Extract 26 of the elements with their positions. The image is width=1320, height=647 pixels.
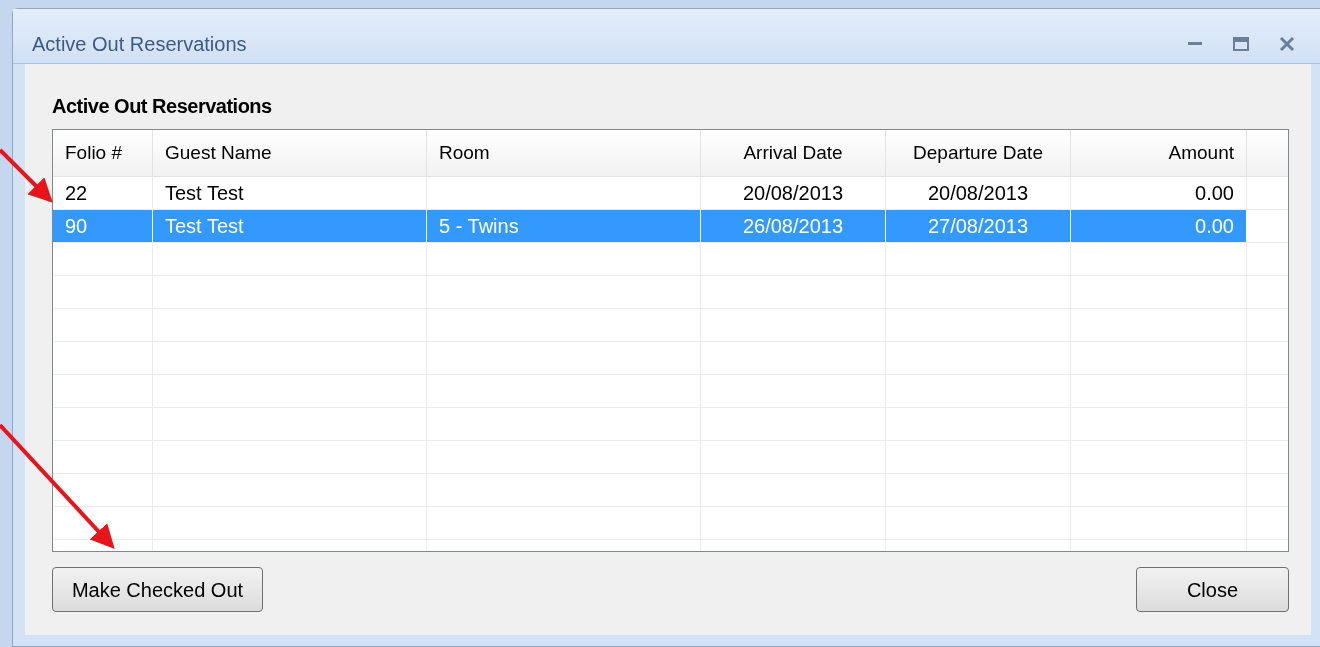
checkout-button[interactable]: Make Checked Out — [52, 567, 263, 612]
table-cell-text: 5 - Twins — [438, 216, 520, 236]
table-cell-text: Test Test — [164, 183, 245, 203]
table-cell-text: 20/08/2013 — [741, 183, 845, 203]
table-row[interactable]: 22 Test Test 20/08/2013 20/08/2013 0.00 — [53, 177, 1288, 210]
table-cell-text: 20/08/2013 — [926, 183, 1030, 203]
column-header[interactable]: Departure Date — [886, 130, 1071, 176]
section-heading: Active Out Reservations — [52, 94, 273, 119]
maximize-icon[interactable] — [1233, 37, 1249, 51]
close-icon[interactable] — [1279, 36, 1295, 52]
column-header[interactable]: Guest Name — [153, 130, 427, 176]
table-cell-text: 27/08/2013 — [926, 216, 1030, 236]
window-title: Active Out Reservations — [32, 32, 248, 57]
table-cell-text: Test Test — [164, 216, 245, 236]
column-header[interactable]: Folio # — [53, 130, 153, 176]
column-header[interactable]: Room — [427, 130, 701, 176]
close-button[interactable]: Close — [1136, 567, 1289, 612]
table-cell-text: 26/08/2013 — [741, 216, 845, 236]
table-cell-text: 0.00 — [1194, 183, 1235, 203]
column-header[interactable]: Arrival Date — [701, 130, 886, 176]
table-cell-text: 0.00 — [1194, 216, 1235, 236]
column-header[interactable]: Amount — [1071, 130, 1247, 176]
table-cell-text: 22 — [64, 183, 89, 203]
annotation-arrow — [0, 148, 53, 203]
table-cell-text: 90 — [64, 216, 89, 236]
minimize-icon[interactable] — [1187, 41, 1203, 47]
